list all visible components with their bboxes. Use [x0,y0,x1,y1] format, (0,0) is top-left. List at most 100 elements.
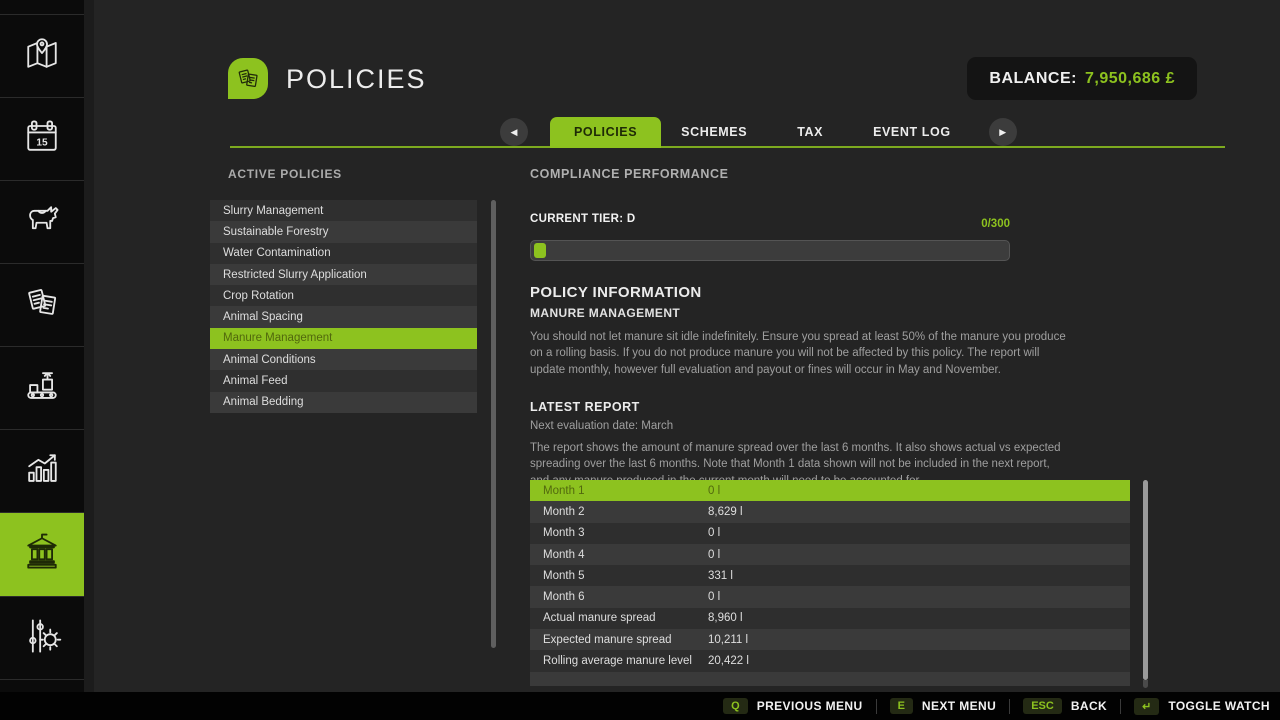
animals-icon [20,198,64,247]
esc-key-badge: ESC [1023,698,1062,714]
policy-list-item[interactable]: Animal Bedding [210,392,477,413]
report-row-label: Month 3 [543,527,585,539]
report-row-value: 20,422 l [708,655,749,667]
footer-shortcut-bar: Q PREVIOUS MENU E NEXT MENU ESC BACK ↵ T… [0,692,1280,720]
tab-underline [230,146,1225,148]
production-icon [20,364,64,413]
shortcut-toggle-watch[interactable]: ↵ TOGGLE WATCH [1134,698,1270,715]
q-key-badge: Q [723,698,748,714]
policy-list-item[interactable]: Slurry Management [210,200,477,221]
report-table-row[interactable]: Expected manure spread 10,211 l [530,629,1130,650]
report-row-label: Rolling average manure level [543,655,692,667]
sidebar-item-animals[interactable] [0,180,84,263]
footer-divider [1120,699,1121,714]
calendar-icon: 15 [20,115,64,164]
compliance-heading: COMPLIANCE PERFORMANCE [530,167,729,181]
policy-list-item[interactable]: Animal Conditions [210,349,477,370]
balance-label: BALANCE: [989,70,1077,88]
footer-divider [876,699,877,714]
page-title: POLICIES [286,64,427,95]
documents-icon [233,64,263,94]
policy-info-heading: POLICY INFORMATION [530,284,702,301]
tab-schemes[interactable]: SCHEMES [665,117,763,148]
report-row-value: 10,211 l [708,634,748,646]
policy-list-item[interactable]: Crop Rotation [210,285,477,306]
map-icon [20,32,64,81]
report-row-label: Month 1 [543,485,585,497]
report-row-value: 331 l [708,570,733,582]
sidebar-partial-top [0,0,84,14]
report-row-value: 0 l [708,549,720,561]
chevron-right-icon: ▶ [999,127,1006,138]
report-table-row[interactable] [530,672,1130,686]
shortcut-back[interactable]: ESC BACK [1023,698,1107,714]
policies-page-icon [228,58,268,99]
sidebar-item-settings[interactable] [0,596,84,679]
sidebar-partial-bottom [0,679,84,692]
tab-policies[interactable]: POLICIES [550,117,661,148]
report-table-scrollbar[interactable] [1143,480,1148,680]
contracts-icon [20,281,64,330]
e-key-badge: E [890,698,913,714]
report-row-label: Month 2 [543,506,585,518]
calendar-day-number: 15 [36,137,48,148]
report-row-label: Expected manure spread [543,634,672,646]
compliance-progress-fill [534,243,546,258]
finances-icon [20,530,64,579]
chevron-left-icon: ◀ [511,127,518,138]
report-table-row[interactable]: Rolling average manure level 20,422 l [530,650,1130,671]
statistics-icon [20,447,64,496]
footer-divider [1009,699,1010,714]
sidebar-edge-strip [84,0,94,692]
policy-list-item[interactable]: Sustainable Forestry [210,221,477,242]
report-table: Month 1 0 l Month 2 8,629 l Month 3 0 l … [530,480,1130,686]
policy-list-item[interactable]: Manure Management [210,328,477,349]
tab-next-button[interactable]: ▶ [989,118,1017,146]
content-scrollbar[interactable] [491,200,496,648]
report-table-row[interactable]: Month 5 331 l [530,565,1130,586]
report-row-label: Month 5 [543,570,585,582]
report-row-label: Month 4 [543,549,585,561]
active-policies-heading: ACTIVE POLICIES [228,167,342,181]
sidebar-item-production[interactable] [0,346,84,429]
report-row-value: 0 l [708,485,720,497]
sidebar-item-map[interactable] [0,14,84,97]
report-table-row[interactable]: Month 6 0 l [530,586,1130,607]
balance-badge: BALANCE: 7,950,686 £ [967,57,1197,100]
report-row-value: 0 l [708,591,720,603]
report-table-row[interactable]: Month 2 8,629 l [530,501,1130,522]
report-table-row[interactable]: Month 3 0 l [530,523,1130,544]
policy-list-item[interactable]: Water Contamination [210,243,477,264]
shortcut-next-menu[interactable]: E NEXT MENU [890,698,997,714]
report-row-value: 8,960 l [708,612,743,624]
policy-name-subheading: MANURE MANAGEMENT [530,306,680,320]
compliance-score: 0/300 [530,218,1010,230]
policy-list-item[interactable]: Animal Feed [210,370,477,391]
sidebar-item-finances[interactable] [0,512,84,596]
tab-tax[interactable]: TAX [781,117,839,148]
settings-icon [20,614,64,663]
sidebar-item-contracts[interactable] [0,263,84,346]
latest-report-heading: LATEST REPORT [530,400,640,414]
tab-event-log[interactable]: EVENT LOG [857,117,967,148]
sidebar-item-calendar[interactable]: 15 [0,97,84,180]
active-policies-list: Slurry Management Sustainable Forestry W… [210,200,477,413]
policy-description: You should not let manure sit idle indef… [530,329,1067,378]
policy-list-item[interactable]: Restricted Slurry Application [210,264,477,285]
policy-list-item[interactable]: Animal Spacing [210,306,477,327]
tab-prev-button[interactable]: ◀ [500,118,528,146]
report-table-row[interactable]: Actual manure spread 8,960 l [530,608,1130,629]
balance-value: 7,950,686 £ [1085,70,1175,88]
report-row-label: Actual manure spread [543,612,656,624]
tab-bar: ◀ POLICIES SCHEMES TAX EVENT LOG ▶ [500,116,1017,148]
shortcut-previous-menu[interactable]: Q PREVIOUS MENU [723,698,862,714]
enter-key-icon: ↵ [1134,698,1159,715]
sidebar-item-statistics[interactable] [0,429,84,512]
report-row-label: Month 6 [543,591,585,603]
report-row-value: 0 l [708,527,720,539]
next-evaluation-date: Next evaluation date: March [530,420,673,432]
compliance-progress-bar [530,240,1010,261]
report-row-value: 8,629 l [708,506,743,518]
report-table-row[interactable]: Month 4 0 l [530,544,1130,565]
report-table-row[interactable]: Month 1 0 l [530,480,1130,501]
